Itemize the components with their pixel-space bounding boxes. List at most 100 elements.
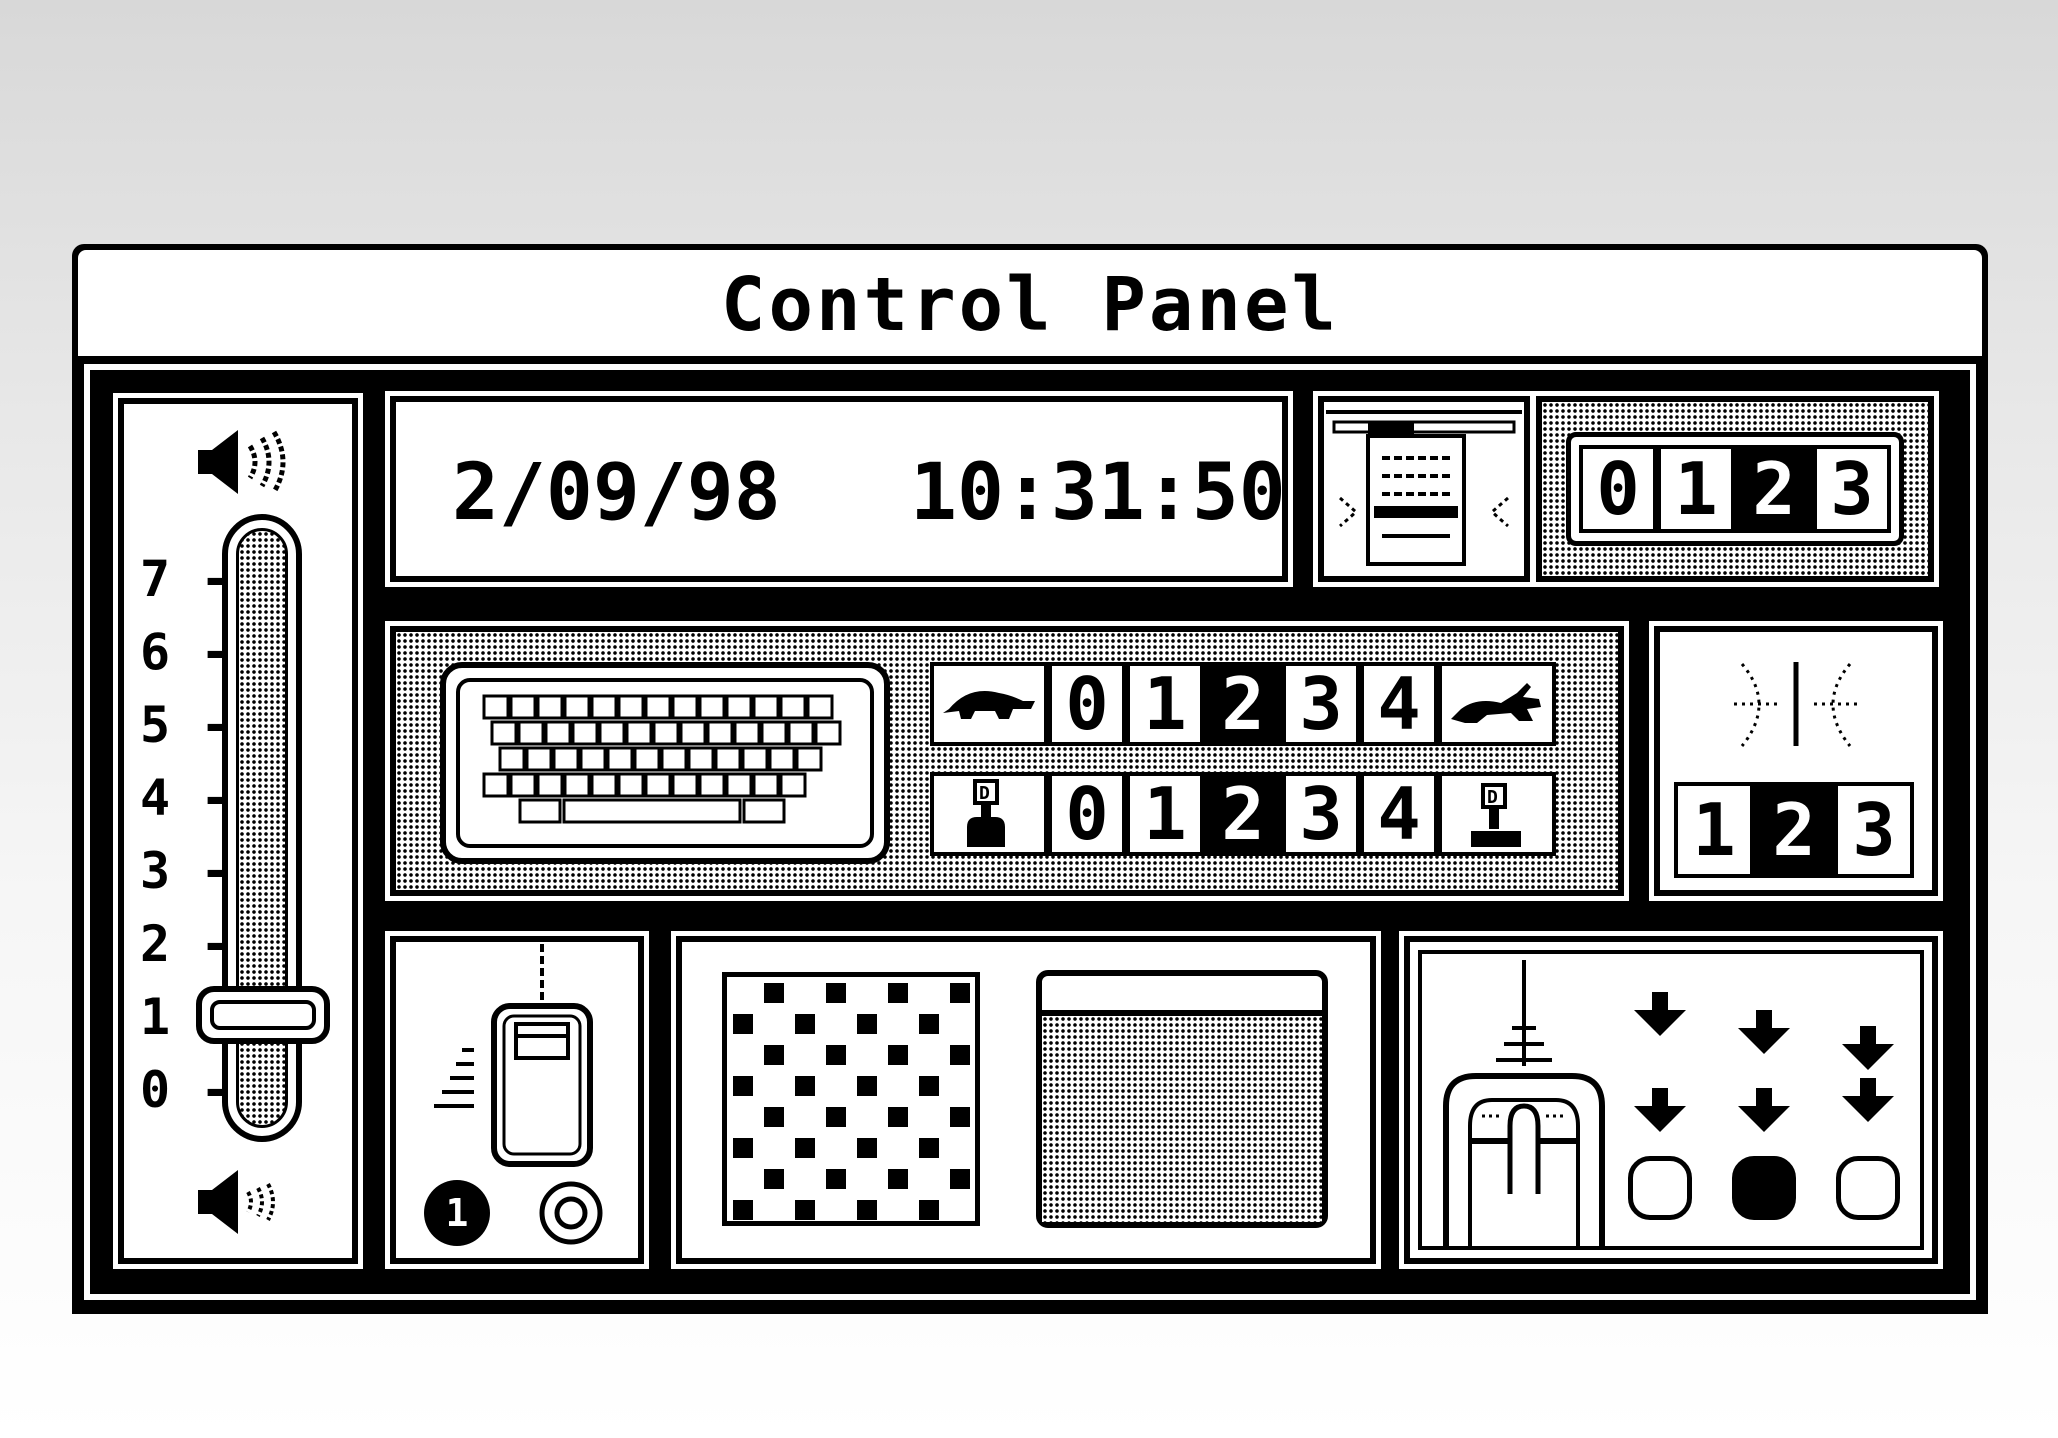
title-bar[interactable]: Control Panel [78,250,1982,356]
pattern-pixel[interactable] [888,1169,908,1189]
double-click-speed-option[interactable] [1732,1156,1796,1220]
pattern-pixel[interactable] [733,1014,753,1034]
key-press-short-icon[interactable]: D [1438,772,1556,856]
key-repeat-delay-option-4[interactable]: 4 [1360,772,1438,856]
keyboard-key [482,694,510,720]
keyboard-key [698,694,726,720]
pattern-pixel[interactable] [857,1138,877,1158]
pattern-pixel[interactable] [764,1045,784,1065]
keyboard-key [779,772,807,798]
keyboard-key [741,746,769,772]
pattern-pixel[interactable] [857,1076,877,1096]
keyboard-key [563,694,591,720]
volume-slider-thumb[interactable] [196,986,330,1044]
key-repeat-delay-option-0[interactable]: 0 [1048,772,1126,856]
keyboard-key [671,772,699,798]
menu-blink-option-1[interactable]: 1 [1657,445,1735,533]
time-field[interactable]: 10:31:50 [910,454,1286,532]
keyboard-key [752,694,780,720]
menu-blink-option-0[interactable]: 0 [1579,445,1657,533]
pattern-pixel[interactable] [826,983,846,1003]
pattern-pixel[interactable] [888,1045,908,1065]
pattern-pixel[interactable] [857,1014,877,1034]
mouse-tracking-slow-radio[interactable]: 1 [424,1180,490,1246]
pattern-pixel[interactable] [950,1107,970,1127]
keyboard-key [562,798,742,824]
desktop-preview-icon[interactable] [1036,970,1328,1228]
volume-scale-label: 6 - [140,623,231,681]
pattern-pixel[interactable] [950,1045,970,1065]
pattern-pixel[interactable] [826,1045,846,1065]
pattern-pixel[interactable] [764,1107,784,1127]
hare-icon[interactable] [1438,662,1556,746]
pattern-pixel[interactable] [795,1200,815,1220]
key-repeat-rate-selector: 01234 [930,662,1578,746]
keyboard-key [482,772,510,798]
radio-icon[interactable] [538,1180,604,1246]
pattern-pixel[interactable] [919,1014,939,1034]
keyboard-key [687,746,715,772]
keyboard-key [644,694,672,720]
pattern-pixel[interactable] [826,1169,846,1189]
key-repeat-rate-option-2[interactable]: 2 [1204,662,1282,746]
volume-scale-label: 5 - [140,696,231,754]
mouse-button-icon [1443,960,1605,1246]
volume-scale-label: 0 - [140,1061,231,1119]
pattern-pixel[interactable] [919,1200,939,1220]
pattern-pixel[interactable] [733,1200,753,1220]
menu-blink-option-3[interactable]: 3 [1813,445,1891,533]
pattern-icon[interactable] [722,972,980,1226]
volume-track[interactable] [222,514,302,1142]
key-repeat-rate-option-4[interactable]: 4 [1360,662,1438,746]
keyboard-key [787,720,815,746]
caret-blink-option-2[interactable]: 2 [1754,782,1834,878]
pattern-pixel[interactable] [888,983,908,1003]
keyboard-icon [482,694,842,824]
keyboard-key [760,720,788,746]
caret-blink-option-3[interactable]: 3 [1834,782,1914,878]
pattern-pixel[interactable] [950,983,970,1003]
key-repeat-rate-option-3[interactable]: 3 [1282,662,1360,746]
menu-blink-option-2[interactable]: 2 [1735,445,1813,533]
pattern-pixel[interactable] [857,1200,877,1220]
pattern-pixel[interactable] [919,1076,939,1096]
keyboard-key [779,694,807,720]
caret-blink-option-1[interactable]: 1 [1674,782,1754,878]
pattern-pixel[interactable] [795,1076,815,1096]
pattern-pixel[interactable] [919,1138,939,1158]
key-repeat-delay-option-1[interactable]: 1 [1126,772,1204,856]
pattern-pixel[interactable] [795,1014,815,1034]
keyboard-key [606,746,634,772]
double-click-speed-option[interactable] [1628,1156,1692,1220]
pattern-pixel[interactable] [795,1138,815,1158]
double-click-speed-option[interactable] [1836,1156,1900,1220]
key-press-long-icon[interactable]: D [930,772,1048,856]
keyboard-key [509,694,537,720]
pattern-pixel[interactable] [950,1169,970,1189]
pattern-pixel[interactable] [733,1076,753,1096]
volume-scale-label: 7 - [140,550,231,608]
keyboard-key [625,720,653,746]
pattern-pixel[interactable] [888,1107,908,1127]
keyboard-key [725,772,753,798]
keyboard-key [652,720,680,746]
pattern-pixel[interactable] [733,1138,753,1158]
tortoise-icon[interactable] [930,662,1048,746]
key-repeat-delay-option-3[interactable]: 3 [1282,772,1360,856]
key-repeat-rate-option-1[interactable]: 1 [1126,662,1204,746]
volume-scale-label: 3 - [140,842,231,900]
pattern-pixel[interactable] [764,1169,784,1189]
keyboard-key [536,772,564,798]
insertion-point-icon [1734,662,1858,747]
speaker-soft-icon [198,1170,275,1234]
keyboard-key [518,798,562,824]
date-field[interactable]: 2/09/98 [452,454,781,532]
key-repeat-rate-option-0[interactable]: 0 [1048,662,1126,746]
window-title: Control Panel [720,262,1340,348]
key-repeat-delay-option-2[interactable]: 2 [1204,772,1282,856]
keyboard-key [598,720,626,746]
mouse-icon[interactable] [410,940,620,1170]
pattern-pixel[interactable] [764,983,784,1003]
speaker-loud-icon [198,430,286,494]
pattern-pixel[interactable] [826,1107,846,1127]
